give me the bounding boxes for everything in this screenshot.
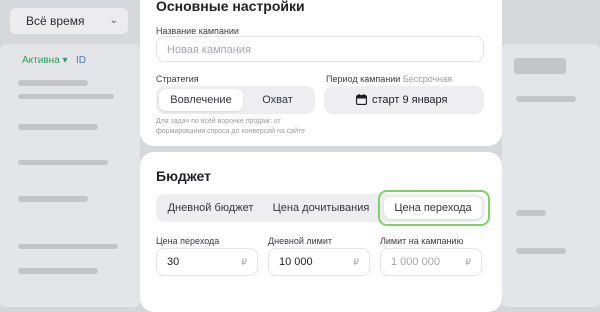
currency-label: ₽	[465, 257, 471, 267]
strategy-hint: Для задач по всей воронке продаж: от фор…	[156, 118, 306, 135]
budget-card: Бюджет Дневной бюджет Цена дочитывания Ц…	[140, 152, 502, 312]
strategy-option-engagement[interactable]: Вовлечение	[159, 89, 243, 111]
strategy-segmented-control: Вовлечение Охват	[156, 86, 315, 114]
click-price-input[interactable]: 30 ₽	[156, 248, 258, 276]
blurred-row	[18, 94, 114, 99]
blurred-row	[516, 210, 546, 216]
campaign-name-input[interactable]: Новая кампания	[156, 36, 484, 62]
status-filter-label: Активна	[22, 55, 60, 66]
currency-label: ₽	[241, 257, 247, 267]
period-start-label: старт 9 января	[372, 94, 448, 106]
section-title-basic: Основные настройки	[156, 0, 305, 14]
blurred-row	[18, 196, 88, 202]
blurred-row	[18, 268, 98, 274]
basic-settings-card: Основные настройки Название кампании Нов…	[140, 0, 502, 146]
period-label-text: Период кампании	[326, 74, 401, 84]
background-right-panel	[502, 44, 600, 307]
period-label: Период кампании Бессрочная	[326, 74, 452, 84]
campaign-name-label: Название кампании	[156, 26, 239, 36]
campaign-limit-input[interactable]: 1 000 000 ₽	[380, 248, 482, 276]
period-note: Бессрочная	[402, 74, 453, 84]
period-select[interactable]: Всё время ⌄	[10, 8, 128, 34]
strategy-label: Стратегия	[156, 74, 199, 84]
blurred-button	[514, 58, 566, 74]
campaign-name-placeholder: Новая кампания	[167, 44, 251, 56]
tab-daily-budget[interactable]: Дневной бюджет	[159, 197, 262, 219]
id-column-header[interactable]: ID	[76, 55, 86, 66]
period-select-label: Всё время	[26, 14, 85, 28]
section-title-budget: Бюджет	[156, 168, 211, 184]
period-start-button[interactable]: старт 9 января	[324, 86, 484, 114]
chevron-down-icon: ⌄	[109, 15, 118, 26]
blurred-row	[18, 160, 108, 165]
daily-limit-value: 10 000	[279, 256, 313, 268]
daily-limit-label: Дневной лимит	[268, 236, 332, 246]
blurred-row	[18, 80, 88, 86]
blurred-row	[18, 124, 98, 130]
tab-read-price[interactable]: Цена дочитывания	[262, 197, 380, 219]
blurred-row	[18, 244, 118, 249]
campaign-limit-label: Лимит на кампанию	[380, 236, 464, 246]
blurred-row	[516, 96, 576, 102]
calendar-icon	[356, 94, 367, 105]
strategy-option-reach[interactable]: Охват	[243, 89, 312, 111]
click-price-label: Цена перехода	[156, 236, 220, 246]
click-price-value: 30	[167, 256, 180, 268]
blurred-row	[516, 248, 566, 254]
daily-limit-input[interactable]: 10 000 ₽	[268, 248, 370, 276]
status-filter[interactable]: Активна ▾	[22, 55, 68, 66]
selected-tab-highlight	[378, 190, 490, 226]
campaign-limit-placeholder: 1 000 000	[391, 256, 440, 268]
currency-label: ₽	[353, 257, 359, 267]
